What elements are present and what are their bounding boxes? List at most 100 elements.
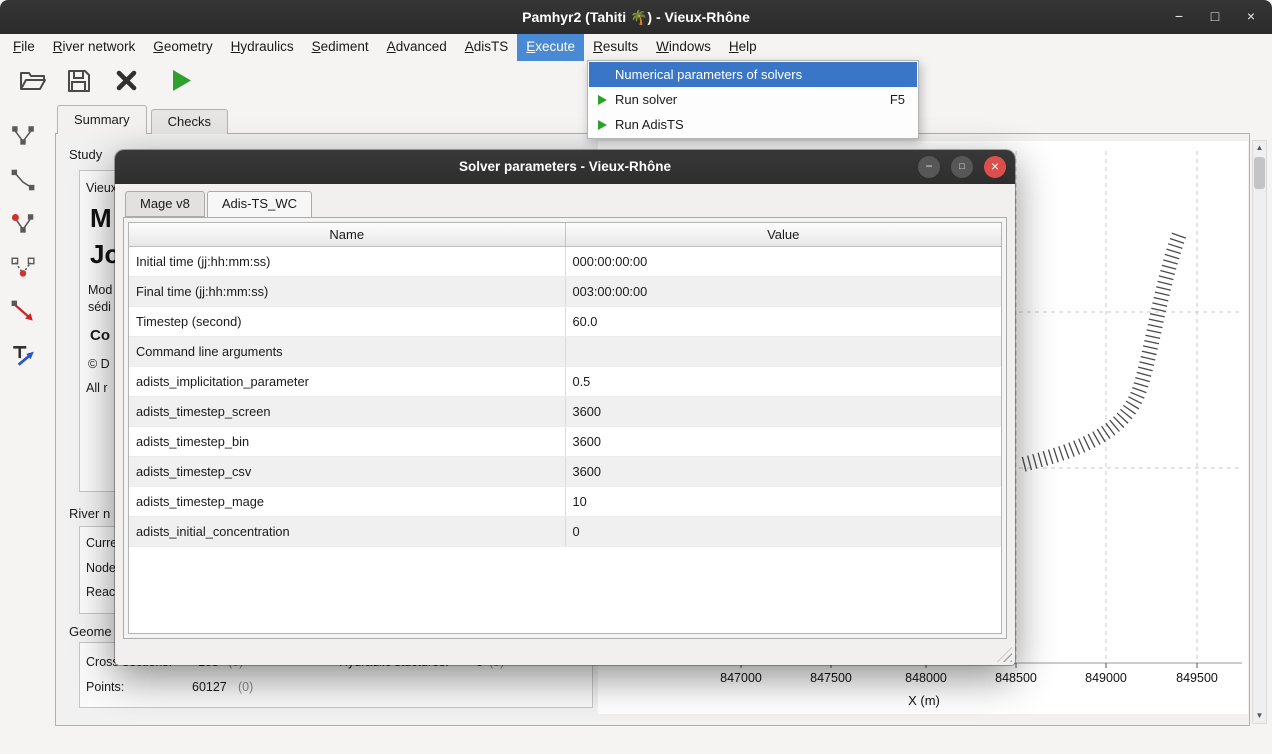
scroll-down-arrow[interactable]: ▼ <box>1253 709 1266 723</box>
dialog-minimize-button[interactable]: − <box>918 156 940 178</box>
study-copyright: © D <box>88 357 110 371</box>
play-icon <box>589 94 615 106</box>
points-extra: (0) <box>238 680 253 694</box>
save-button[interactable] <box>62 66 96 100</box>
table-row[interactable]: adists_timestep_bin 3600 <box>129 427 1001 457</box>
menu-item-run-adists[interactable]: Run AdisTS <box>589 112 917 137</box>
geometry-section-label: Geome <box>69 624 112 639</box>
table-row[interactable]: adists_implicitation_parameter 0.5 <box>129 367 1001 397</box>
reach-tool[interactable] <box>9 168 37 196</box>
river-network-row: Curre <box>86 536 117 550</box>
toolbar <box>0 61 198 105</box>
tab-mage-v8[interactable]: Mage v8 <box>125 191 205 217</box>
menu-adists[interactable]: AdisTS <box>456 34 518 61</box>
menu-river-network[interactable]: River network <box>44 34 145 61</box>
open-button[interactable] <box>15 66 49 100</box>
dashed-graph-icon <box>10 255 36 286</box>
menu-sediment[interactable]: Sediment <box>303 34 378 61</box>
table-row[interactable]: adists_timestep_screen 3600 <box>129 397 1001 427</box>
scroll-up-arrow[interactable]: ▲ <box>1253 141 1266 155</box>
menu-hydraulics[interactable]: Hydraulics <box>222 34 303 61</box>
param-value[interactable]: 60.0 <box>565 307 1002 336</box>
table-row[interactable]: adists_timestep_csv 3600 <box>129 457 1001 487</box>
close-study-button[interactable] <box>109 66 143 100</box>
menu-file[interactable]: File <box>4 34 44 61</box>
table-row[interactable]: Timestep (second) 60.0 <box>129 307 1001 337</box>
run-solver-button[interactable] <box>164 66 198 100</box>
profile-tool[interactable] <box>9 300 37 328</box>
window-title: Pamhyr2 (Tahiti 🌴) - Vieux-Rhône <box>0 0 1272 34</box>
menu-item-label: Run solver <box>615 92 890 107</box>
x-tick-label: 849000 <box>1071 671 1141 685</box>
table-row[interactable]: Final time (jj:hh:mm:ss) 003:00:00:00 <box>129 277 1001 307</box>
dialog-title: Solver parameters - Vieux-Rhône <box>115 150 1015 184</box>
x-tick-label: 847000 <box>706 671 776 685</box>
open-folder-icon <box>19 69 46 97</box>
close-button[interactable]: × <box>1240 6 1262 28</box>
maximize-button[interactable]: □ <box>1204 6 1226 28</box>
dialog-tabbar: Mage v8 Adis-TS_WC <box>125 191 314 217</box>
dialog-titlebar[interactable]: Solver parameters - Vieux-Rhône − □ × <box>115 150 1015 184</box>
menu-results[interactable]: Results <box>584 34 647 61</box>
param-value[interactable]: 3600 <box>565 397 1002 426</box>
play-icon <box>589 119 615 131</box>
river-network-tool[interactable] <box>9 124 37 152</box>
minimize-button[interactable]: − <box>1168 6 1190 28</box>
table-row[interactable]: Initial time (jj:hh:mm:ss) 000:00:00:00 <box>129 247 1001 277</box>
param-value[interactable]: 10 <box>565 487 1002 516</box>
parameters-table: Name Value Initial time (jj:hh:mm:ss) 00… <box>128 222 1002 634</box>
tab-checks[interactable]: Checks <box>151 109 228 134</box>
current-node-tool[interactable] <box>9 212 37 240</box>
menu-help[interactable]: Help <box>720 34 766 61</box>
table-row[interactable]: adists_timestep_mage 10 <box>129 487 1001 517</box>
river-network-section-label: River n <box>69 506 110 521</box>
vertical-scrollbar[interactable]: ▲ ▼ <box>1252 140 1267 724</box>
param-name: Timestep (second) <box>129 307 565 336</box>
param-name: adists_initial_concentration <box>129 517 565 546</box>
tab-checks-label: Checks <box>168 114 211 129</box>
menu-geometry[interactable]: Geometry <box>144 34 221 61</box>
column-header-value[interactable]: Value <box>566 223 1002 246</box>
param-value[interactable]: 0 <box>565 517 1002 546</box>
resize-grip[interactable] <box>997 647 1012 662</box>
dialog-close-button[interactable]: × <box>984 156 1006 178</box>
window-controls: − □ × <box>1168 0 1262 34</box>
red-profile-icon <box>10 299 36 330</box>
menu-item-run-solver[interactable]: Run solver F5 <box>589 87 917 112</box>
menu-item-numerical-parameters[interactable]: Numerical parameters of solvers <box>589 62 917 87</box>
x-axis-label: X (m) <box>884 693 964 708</box>
table-row[interactable]: adists_initial_concentration 0 <box>129 517 1001 547</box>
dialog-maximize-button[interactable]: □ <box>951 156 973 178</box>
param-value[interactable]: 000:00:00:00 <box>565 247 1002 276</box>
param-value[interactable] <box>565 337 1002 366</box>
param-value[interactable]: 3600 <box>565 457 1002 486</box>
param-name: adists_implicitation_parameter <box>129 367 565 396</box>
menu-windows[interactable]: Windows <box>647 34 720 61</box>
menu-item-shortcut: F5 <box>890 92 917 107</box>
mesh-tool[interactable] <box>9 256 37 284</box>
left-toolbar <box>0 104 46 754</box>
study-rights: All r <box>86 381 108 395</box>
delete-x-icon <box>115 69 138 97</box>
menu-item-label: Numerical parameters of solvers <box>615 67 905 82</box>
menubar: File River network Geometry Hydraulics S… <box>0 34 1272 61</box>
menu-execute[interactable]: Execute <box>517 34 584 61</box>
run-play-icon <box>170 68 193 98</box>
param-value[interactable]: 0.5 <box>565 367 1002 396</box>
tab-summary-label: Summary <box>74 112 130 127</box>
tab-adis-ts-wc[interactable]: Adis-TS_WC <box>207 191 312 218</box>
menu-advanced[interactable]: Advanced <box>378 34 456 61</box>
study-name-text: Vieux <box>86 181 117 195</box>
table-row[interactable]: Command line arguments <box>129 337 1001 367</box>
sediment-layers-tool[interactable] <box>9 344 37 372</box>
param-value[interactable]: 3600 <box>565 427 1002 456</box>
study-subheading: Co <box>90 327 110 344</box>
dialog-tab-pane: Name Value Initial time (jj:hh:mm:ss) 00… <box>123 217 1007 639</box>
tab-summary[interactable]: Summary <box>57 105 147 134</box>
scrollbar-thumb[interactable] <box>1254 157 1265 189</box>
study-desc-2: sédi <box>88 300 111 314</box>
study-section-label: Study <box>69 147 102 162</box>
column-header-name[interactable]: Name <box>129 223 566 246</box>
param-value[interactable]: 003:00:00:00 <box>565 277 1002 306</box>
river-network-row: Reac <box>86 585 115 599</box>
